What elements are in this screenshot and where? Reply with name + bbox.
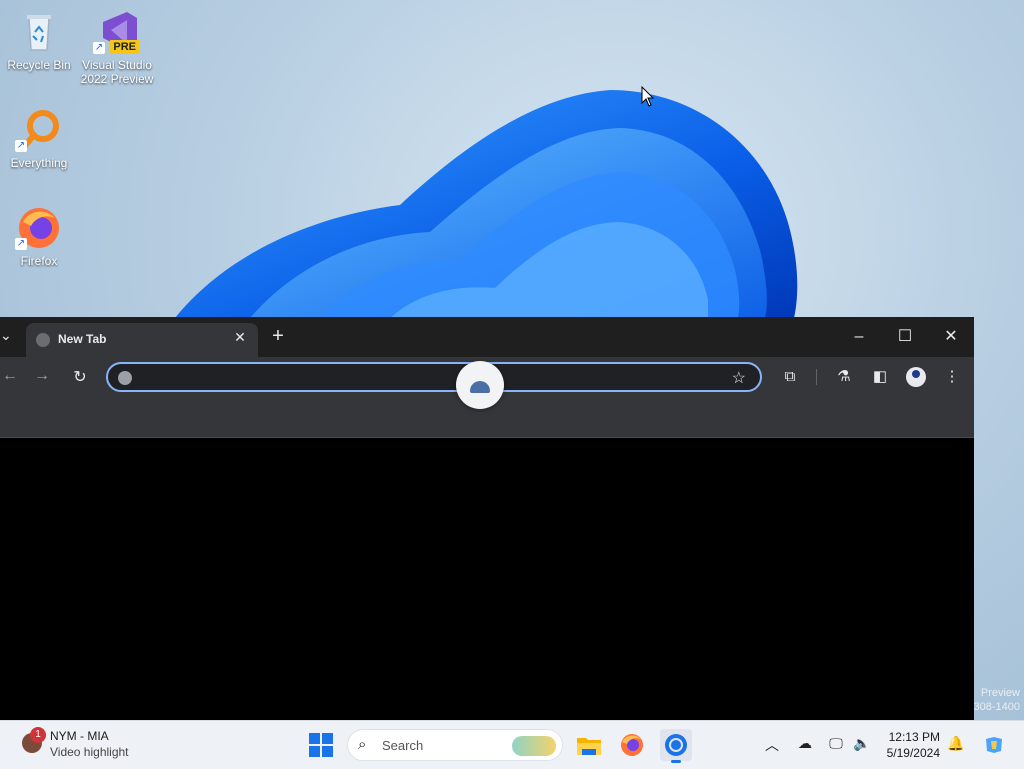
notification-badge: 1 [30,727,46,743]
desktop-icon-label: Firefox [20,254,58,268]
recycle-bin-icon [15,8,63,56]
tab-title: New Tab [58,332,107,346]
firefox-icon [621,734,643,756]
site-info-icon[interactable] [118,371,132,385]
shortcut-arrow-icon: ↗ [93,42,105,54]
address-bar[interactable]: ☆ [106,362,762,392]
clock-date: 5/19/2024 [886,746,940,760]
globe-icon [36,333,50,347]
forward-arrow-icon[interactable]: → [32,367,52,385]
more-menu-icon[interactable]: ⋮ [942,367,962,387]
desktop-icon-label: 2022 Preview [80,72,154,86]
address-input[interactable] [140,368,724,388]
desktop-icon-label: Visual Studio [82,58,152,72]
reload-icon[interactable]: ↻ [70,367,90,387]
tab-strip: ⌄ New Tab ✕ + – ☐ ✕ [0,317,974,357]
os-watermark: Preview 308-1400 [974,686,1021,714]
network-icon[interactable]: 🖵 [826,735,846,752]
search-highlight-icon [512,736,556,756]
everything-search-icon: ↗ [15,106,63,154]
chrome-icon [665,734,687,756]
file-explorer-button[interactable] [573,729,605,761]
taskbar-search[interactable]: ⌕ Search [347,729,563,761]
bookmark-star-icon[interactable]: ☆ [732,368,746,388]
close-window-button[interactable]: ✕ [928,323,974,351]
side-panel-icon[interactable]: ◧ [870,367,890,387]
toolbar-divider [816,369,817,385]
labs-flask-icon[interactable]: ⚗ [834,367,854,387]
back-arrow-icon[interactable]: ← [0,367,20,385]
start-button[interactable] [309,733,333,757]
desktop-icon-recycle-bin[interactable]: Recycle Bin [1,8,77,72]
page-content[interactable] [0,438,974,720]
widget-title: NYM - MIA [50,729,109,743]
copilot-icon[interactable] [982,735,1006,758]
tab-new-tab[interactable]: New Tab ✕ [26,323,258,357]
desktop-icon-everything[interactable]: ↗ Everything [1,106,77,170]
search-icon: ⌕ [358,736,367,753]
new-tab-plus-icon[interactable]: + [268,325,288,348]
volume-icon[interactable]: 🔈 [852,735,872,752]
taskbar: 1 NYM - MIA Video highlight ⌕ Search ︿ ☁… [0,720,1024,769]
firefox-icon: ↗ [15,204,63,252]
minimize-button[interactable]: – [836,323,882,351]
maximize-button[interactable]: ☐ [882,323,928,351]
desktop-icon-label: Everything [10,156,68,170]
floating-action-button[interactable] [456,361,504,409]
close-tab-icon[interactable]: ✕ [232,329,248,345]
notification-bell-icon[interactable]: 🔔 [946,735,966,752]
shortcut-arrow-icon: ↗ [15,238,27,250]
show-hidden-icons-chevron-icon[interactable]: ︿ [762,735,782,755]
profile-avatar-icon[interactable] [906,367,926,387]
search-label: Search [382,738,424,753]
tab-search-chevron-icon[interactable]: ⌄ [0,327,16,347]
clock[interactable]: 12:13 PM 5/19/2024 [880,729,940,761]
folder-icon [577,738,601,755]
mouse-cursor-icon [641,86,655,107]
pre-badge: PRE [110,40,139,54]
watermark-line: 308-1400 [973,701,1021,713]
firefox-taskbar-button[interactable] [616,729,648,761]
watermark-line: Preview [980,687,1020,699]
cloud-icon [470,381,490,393]
shortcut-arrow-icon: ↗ [15,140,27,152]
desktop-icon-label: Recycle Bin [7,58,71,72]
clock-time: 12:13 PM [888,730,940,744]
active-app-indicator [671,760,681,763]
widget-subtitle: Video highlight [50,745,129,759]
extensions-puzzle-icon[interactable]: ⧉ [780,367,800,387]
onedrive-cloud-icon[interactable]: ☁ [795,735,815,752]
desktop-icon-firefox[interactable]: ↗ Firefox [1,204,77,268]
visual-studio-icon: PRE ↗ [93,8,141,56]
chrome-taskbar-button[interactable] [660,729,692,763]
desktop-icon-visual-studio[interactable]: PRE ↗ Visual Studio 2022 Preview [79,8,155,86]
